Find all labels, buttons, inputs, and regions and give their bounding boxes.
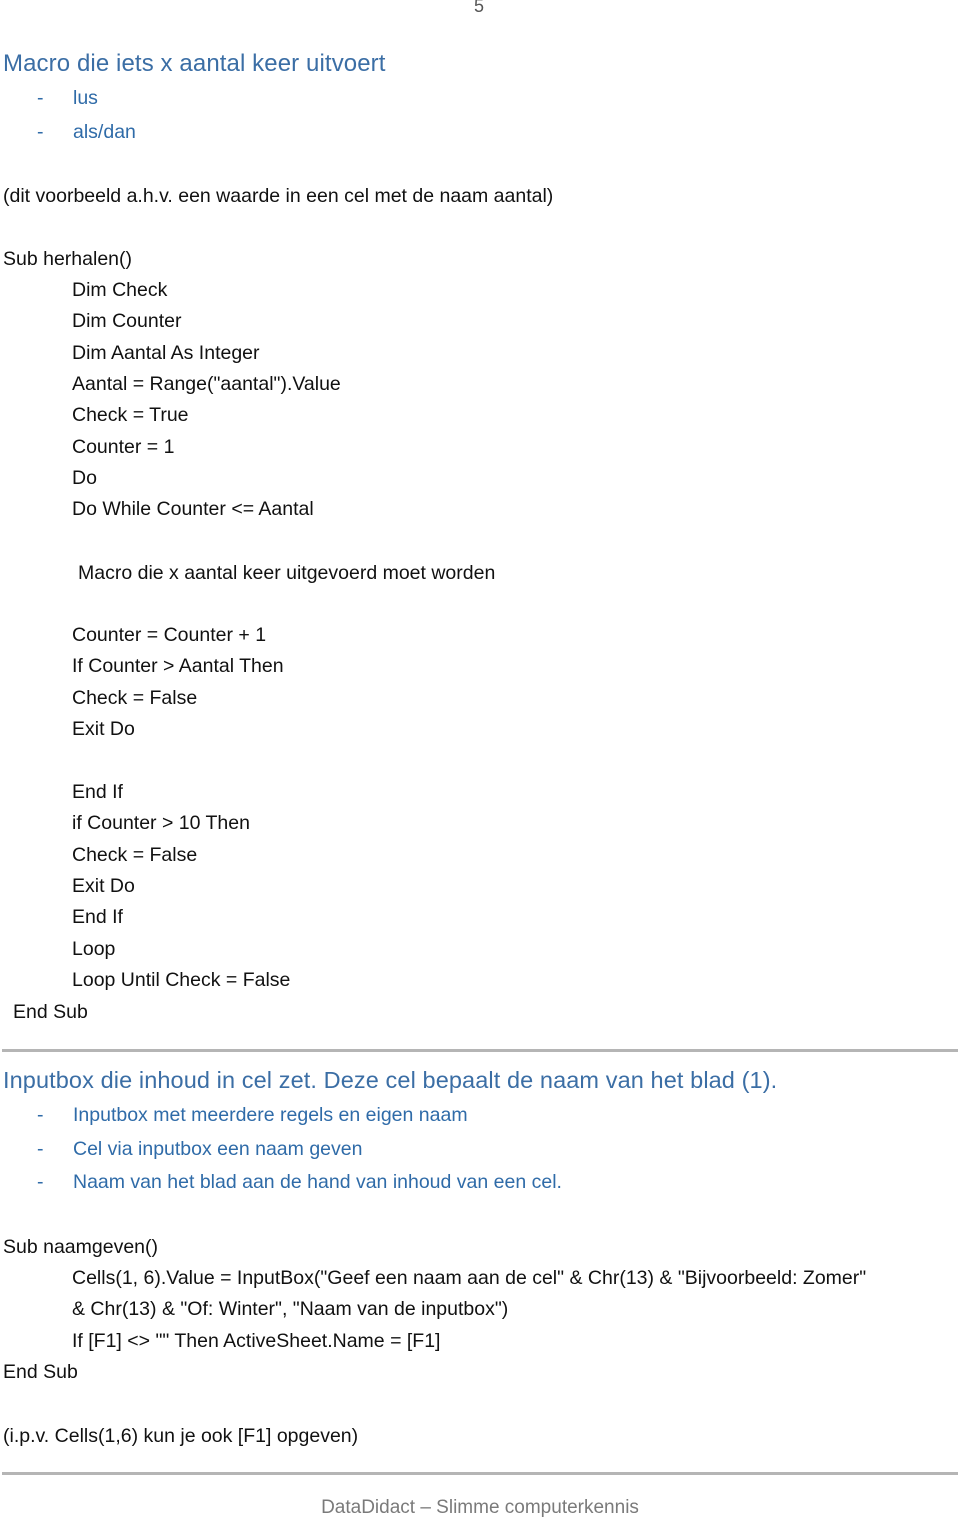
code-line: End If [72,781,123,803]
code-line: & Chr(13) & "Of: Winter", "Naam van de i… [72,1298,509,1321]
bullet-dash: - [37,1104,44,1126]
code-line: Dim Check [72,279,168,301]
section-heading-loop-macro: Macro die iets x aantal keer uitvoert [3,50,386,77]
code-line: Dim Counter [72,310,182,333]
page-number: 5 [474,0,485,16]
bullet-dash: - [37,87,44,109]
code-sub-end: End Sub [13,1001,88,1023]
bullet-dash: - [37,1171,44,1193]
code-line: Check = False [72,843,198,866]
code-line: End If [72,906,123,929]
code-line: Loop Until Check = False [72,969,291,992]
example-note: (dit voorbeeld a.h.v. een waarde in een … [3,185,554,207]
code-line: Cells(1, 6).Value = InputBox("Geef een n… [72,1267,867,1289]
code-line: Counter = Counter + 1 [72,624,267,646]
code-sub-end: End Sub [3,1361,78,1383]
code-block-naamgeven: Cells(1, 6).Value = InputBox("Geef een n… [72,1263,866,1357]
bullet-text: lus [73,87,98,109]
code-placeholder-comment: Macro die x aantal keer uitgevoerd moet … [78,562,496,584]
bullet-dash: - [37,120,44,143]
code-line: Aantal = Range("aantal").Value [72,373,341,396]
bullet-text: Inputbox met meerdere regels en eigen na… [73,1104,468,1126]
code-line: Loop [72,937,116,960]
footer-divider [2,1472,958,1475]
code-line: Check = False [72,686,198,709]
cells-note: (i.p.v. Cells(1,6) kun je ook [F1] opgev… [3,1425,359,1447]
code-line: Exit Do [72,875,135,898]
code-line: Counter = 1 [72,435,175,458]
code-line: If [F1] <> "" Then ActiveSheet.Name = [F… [72,1329,441,1352]
code-line: Do While Counter <= Aantal [72,498,314,521]
footer-text: DataDidact – Slimme computerkennis [321,1497,639,1518]
code-sub-start: Sub naamgeven() [3,1236,159,1258]
bullet-text: Cel via inputbox een naam geven [73,1137,363,1160]
code-line: Check = True [72,404,189,427]
code-sub-start: Sub herhalen() [3,248,132,270]
bullet-dash: - [37,1137,44,1160]
code-line: if Counter > 10 Then [72,812,250,835]
section-heading-inputbox: Inputbox die inhoud in cel zet. Deze cel… [3,1067,778,1093]
code-line: Do [72,467,97,490]
section-divider [2,1049,958,1052]
code-block-top: Dim Check Dim Counter Dim Aantal As Inte… [72,275,341,526]
code-line: If Counter > Aantal Then [72,655,284,678]
bullet-text: als/dan [73,120,136,143]
bullet-text: Naam van het blad aan de hand van inhoud… [73,1171,562,1193]
code-block-bottom: End If if Counter > 10 Then Check = Fals… [72,777,290,996]
code-line: Exit Do [72,718,135,741]
code-block-mid: Counter = Counter + 1 If Counter > Aanta… [72,620,284,745]
code-line: Dim Aantal As Integer [72,341,260,364]
